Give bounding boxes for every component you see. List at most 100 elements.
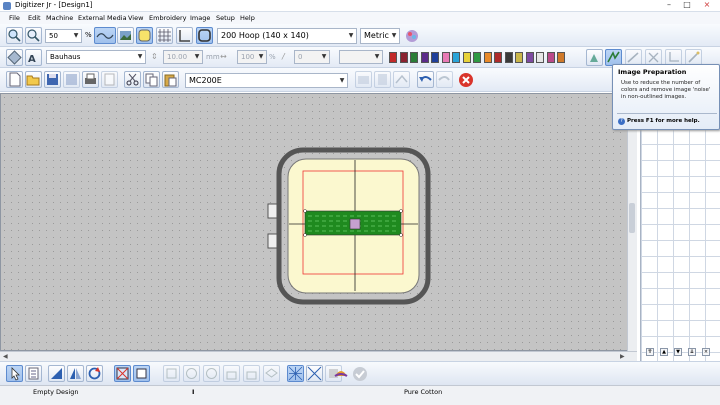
- check-icon[interactable]: [352, 366, 368, 382]
- thread-color-swatch[interactable]: [452, 52, 460, 63]
- close-button[interactable]: ×: [698, 0, 716, 10]
- menu-image[interactable]: Image: [190, 14, 210, 22]
- send-to-machine-icon[interactable]: [355, 71, 372, 88]
- maximize-button[interactable]: □: [680, 0, 694, 10]
- slant-field[interactable]: 0 ▼: [294, 50, 330, 64]
- thread-color-swatch[interactable]: [515, 52, 523, 63]
- write-card-icon[interactable]: [374, 71, 391, 88]
- hoop-select[interactable]: 200 Hoop (140 x 140) ▼: [217, 28, 357, 44]
- horizontal-scrollbar[interactable]: ◀ ▶: [0, 351, 637, 361]
- move-up-button[interactable]: ▲: [660, 348, 668, 356]
- menu-machine[interactable]: Machine: [46, 14, 73, 22]
- stitch-pattern-icon[interactable]: [306, 365, 323, 382]
- slant-value: 0: [298, 53, 303, 61]
- delete-color-button[interactable]: ×: [702, 348, 710, 356]
- show-grid-button[interactable]: [156, 27, 173, 44]
- show-stitches-button[interactable]: [94, 27, 116, 44]
- chevron-down-icon: ▼: [321, 53, 327, 60]
- scroll-thumb[interactable]: [629, 203, 635, 233]
- center-icon[interactable]: [133, 365, 150, 382]
- menu-external-media[interactable]: External Media: [78, 14, 127, 22]
- paste-icon[interactable]: [162, 71, 179, 88]
- vertical-scrollbar[interactable]: [627, 93, 637, 351]
- mirror-icon[interactable]: [67, 365, 84, 382]
- thread-color-swatch[interactable]: [462, 52, 471, 63]
- menu-file[interactable]: File: [9, 14, 20, 22]
- scroll-right-icon[interactable]: ▶: [620, 353, 625, 360]
- zoom-select[interactable]: 50 ▼: [45, 29, 82, 43]
- layer-icon[interactable]: [263, 365, 280, 382]
- letter-a-icon[interactable]: [6, 49, 23, 66]
- thread-color-swatch[interactable]: [546, 52, 555, 63]
- select-pointer-icon[interactable]: [6, 365, 23, 382]
- group-icon[interactable]: [183, 365, 200, 382]
- thread-color-swatch[interactable]: [420, 52, 429, 63]
- move-bottom-button[interactable]: ⇊: [688, 348, 696, 356]
- width-field[interactable]: 100 ▼: [237, 50, 267, 64]
- print-preview-icon[interactable]: [101, 71, 118, 88]
- thread-color-swatch[interactable]: [483, 52, 492, 63]
- menu-edit[interactable]: Edit: [28, 14, 41, 22]
- unlock-icon[interactable]: [243, 365, 260, 382]
- zoom-out-icon[interactable]: [25, 27, 42, 44]
- chevron-down-icon: ▼: [137, 53, 143, 60]
- export-icon[interactable]: [393, 71, 410, 88]
- ruler-button[interactable]: [176, 27, 193, 44]
- fill-shape-icon[interactable]: [48, 365, 65, 382]
- thread-color-swatch[interactable]: [399, 52, 408, 63]
- save-as-icon[interactable]: [63, 71, 80, 88]
- stitch-grid-icon[interactable]: [287, 365, 304, 382]
- font-select[interactable]: Bauhaus ▼: [46, 50, 146, 64]
- hoop-icon[interactable]: [196, 27, 213, 44]
- menu-embroidery[interactable]: Embroidery: [149, 14, 187, 22]
- open-folder-icon[interactable]: [25, 71, 42, 88]
- design-canvas[interactable]: [0, 93, 629, 351]
- save-icon[interactable]: [44, 71, 61, 88]
- thread-color-swatch[interactable]: [410, 52, 418, 63]
- show-image-button[interactable]: [117, 27, 134, 44]
- ungroup-icon[interactable]: [203, 365, 220, 382]
- copy-icon[interactable]: [143, 71, 160, 88]
- scroll-left-icon[interactable]: ◀: [3, 353, 8, 360]
- redo-icon[interactable]: [436, 71, 453, 88]
- zoom-unit: %: [85, 31, 92, 39]
- height-field[interactable]: 10.00 ▼: [163, 50, 203, 64]
- picture-icon[interactable]: [586, 49, 603, 66]
- menu-setup[interactable]: Setup: [216, 14, 235, 22]
- print-icon[interactable]: [82, 71, 99, 88]
- move-down-button[interactable]: ▼: [674, 348, 682, 356]
- properties-icon[interactable]: [25, 365, 42, 382]
- new-file-icon[interactable]: [6, 71, 23, 88]
- lettering-icon[interactable]: A: [25, 49, 42, 66]
- chevron-down-icon: ▼: [73, 32, 79, 39]
- thread-color-swatch[interactable]: [473, 52, 481, 63]
- minimize-button[interactable]: –: [662, 0, 676, 10]
- rotate-icon[interactable]: [86, 365, 103, 382]
- color-palette-icon[interactable]: [404, 28, 420, 44]
- show-hoop-button[interactable]: [136, 27, 153, 44]
- undo-icon[interactable]: [417, 71, 434, 88]
- align-icon[interactable]: [163, 365, 180, 382]
- thread-color-swatch[interactable]: [494, 52, 502, 63]
- thread-color-swatch[interactable]: [431, 52, 439, 63]
- thread-color-icon[interactable]: [333, 366, 349, 382]
- machine-select[interactable]: MC200E ▼: [185, 73, 348, 88]
- scale-icon[interactable]: [114, 365, 131, 382]
- thread-color-swatch[interactable]: [557, 52, 565, 63]
- thread-color-swatch[interactable]: [525, 52, 534, 63]
- lock-icon[interactable]: [223, 365, 240, 382]
- move-top-button[interactable]: ⇈: [646, 348, 654, 356]
- cut-icon[interactable]: [124, 71, 141, 88]
- zoom-in-icon[interactable]: [6, 27, 23, 44]
- menu-help[interactable]: Help: [240, 14, 255, 22]
- thread-color-swatch[interactable]: [441, 52, 450, 63]
- thread-color-swatch[interactable]: [536, 52, 544, 63]
- units-select[interactable]: Metric ▼: [360, 28, 400, 44]
- thread-color-swatch[interactable]: [389, 52, 397, 63]
- help-icon: ?: [618, 118, 625, 125]
- cancel-icon[interactable]: [458, 72, 474, 88]
- lettering-style-select[interactable]: ▼: [339, 50, 383, 64]
- zoom-value: 50: [49, 32, 58, 40]
- thread-color-swatch[interactable]: [504, 52, 513, 63]
- menu-view[interactable]: View: [128, 14, 143, 22]
